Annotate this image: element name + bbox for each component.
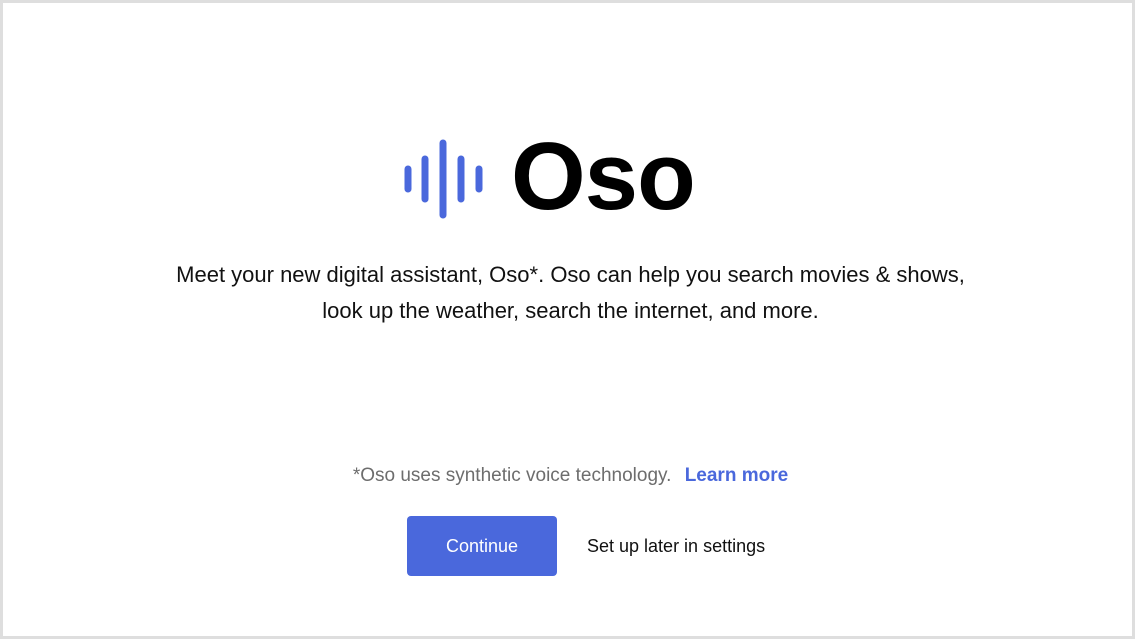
learn-more-link[interactable]: Learn more <box>685 465 788 486</box>
sound-wave-icon <box>404 139 483 219</box>
brand-wordmark: Oso <box>511 123 696 230</box>
disclaimer: *Oso uses synthetic voice technology. Le… <box>3 463 1135 489</box>
continue-button[interactable]: Continue <box>407 516 557 576</box>
brand-logo: Oso <box>403 123 696 230</box>
setup-later-button[interactable]: Set up later in settings <box>575 516 777 576</box>
disclaimer-text: *Oso uses synthetic voice technology. <box>352 465 672 486</box>
intro-text: Meet your new digital assistant, Oso*. O… <box>176 262 965 323</box>
setup-screen: Oso Meet your new digital assistant, Oso… <box>0 0 1135 639</box>
